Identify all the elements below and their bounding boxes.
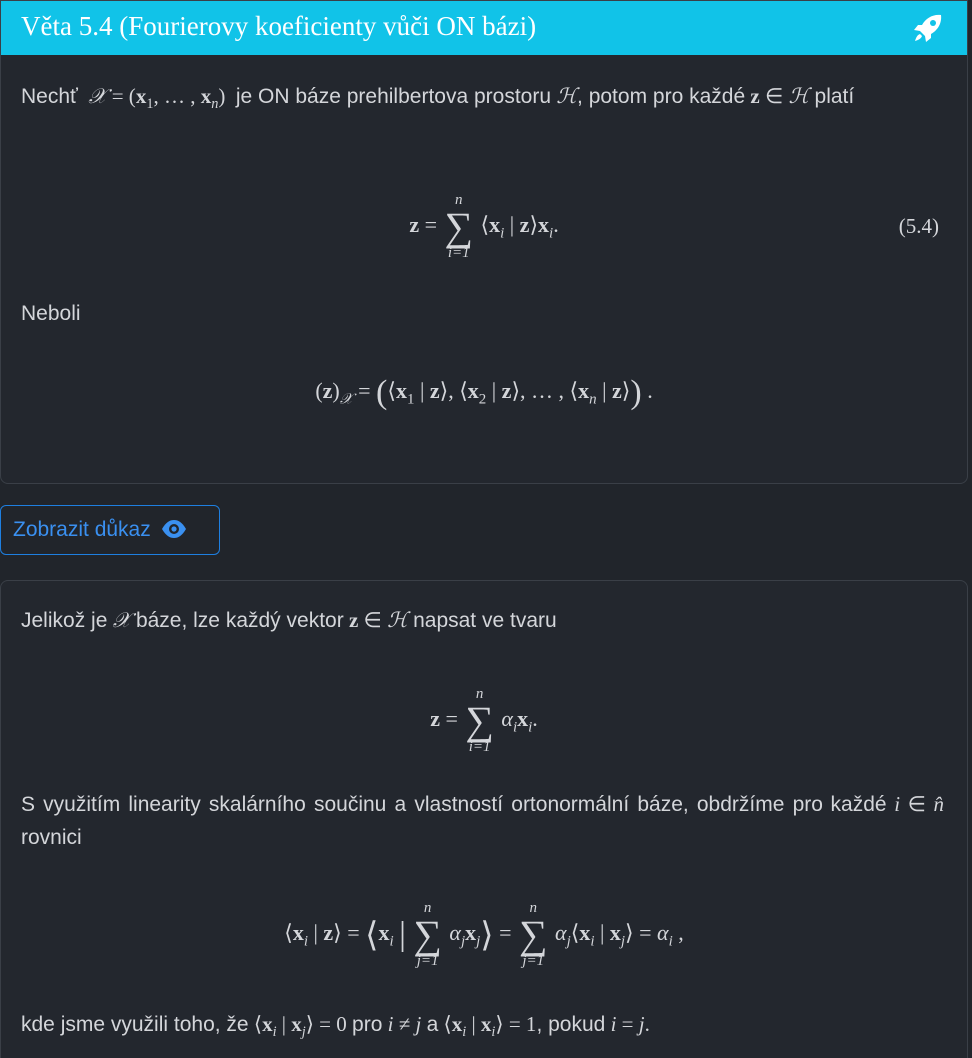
- proof-text-5: každé: [830, 793, 887, 816]
- equation-coordinates: (z)𝒳 = (⟨x1 | z⟩, ⟨x2 | z⟩, … , ⟨xn | z⟩…: [315, 374, 653, 411]
- sum-symbol: n ∑ j=1: [518, 900, 548, 969]
- proof-text-6: rovnici: [21, 826, 82, 849]
- show-proof-button[interactable]: Zobrazit důkaz: [0, 505, 220, 555]
- sum-symbol: n ∑ j=1: [413, 900, 442, 969]
- math-norm-one: ⟨xi | xi⟩ = 1: [443, 1012, 537, 1041]
- eye-icon: [161, 520, 186, 538]
- theorem-title: Věta 5.4 (Fourierovy koeficienty vůči ON…: [21, 11, 537, 41]
- proof-paragraph-3: kde jsme využili toho, že ⟨xi | xj⟩ = 0 …: [21, 1008, 944, 1049]
- math-i-in-n: i ∈ n̂: [894, 792, 945, 816]
- proof-text-1: Jelikož je: [21, 609, 108, 632]
- rocket-icon: [914, 14, 942, 42]
- proof-paragraph-1: Jelikož je 𝒳 báze, lze každý vektor z ∈ …: [21, 604, 944, 637]
- statement-text-3: , potom pro každé: [577, 85, 746, 108]
- proof-text-8: pro: [352, 1013, 383, 1036]
- proof-text-7: kde jsme využili toho, že: [21, 1013, 249, 1036]
- equation-number: (5.4): [898, 214, 939, 238]
- math-i-eq-j: i = j.: [610, 1012, 650, 1036]
- sum-symbol: n ∑ i=1: [444, 192, 474, 261]
- show-proof-label: Zobrazit důkaz: [13, 518, 151, 541]
- equation-coefficients: ⟨xi | z⟩ = ⟨xi | n ∑ j=1 αjxj⟩ = n ∑ j=1 αj⟨…: [284, 900, 684, 969]
- math-i-neq-j: i ≠ j: [387, 1012, 422, 1036]
- math-orth-zero: ⟨xi | xj⟩ = 0: [253, 1012, 347, 1041]
- theorem-card: Věta 5.4 (Fourierovy koeficienty vůči ON…: [0, 0, 968, 484]
- equation-linear-combination: z = n ∑ i=1 αixi.: [430, 686, 538, 755]
- proof-paragraph-2: S využitím linearity skalárního součinu …: [21, 788, 944, 854]
- proof-text-9: a: [426, 1013, 439, 1036]
- proof-card: Jelikož je 𝒳 báze, lze každý vektor z ∈ …: [0, 580, 968, 1058]
- math-space: ℋ: [556, 84, 578, 108]
- proof-text-10: , pokud: [536, 1013, 606, 1036]
- proof-text-2: báze, lze každý vektor: [135, 609, 344, 632]
- sum-symbol: n ∑ i=1: [465, 686, 494, 755]
- math-basis: 𝒳: [112, 608, 131, 632]
- statement-text-4: platí: [814, 85, 855, 108]
- math-z-in-h-2: z ∈ ℋ: [348, 608, 408, 632]
- math-z-in-h: z ∈ ℋ: [750, 84, 810, 108]
- neboli-text: Neboli: [21, 302, 81, 325]
- theorem-header: Věta 5.4 (Fourierovy koeficienty vůči ON…: [1, 1, 967, 55]
- proof-text-4: S využitím linearity skalárního součinu …: [21, 793, 823, 816]
- theorem-statement: Nechť 𝒳 = (x1, … , xn) je ON báze prehil…: [21, 80, 944, 121]
- statement-text-2: je ON báze prehilbertova prostoru: [235, 85, 552, 108]
- equation-5-4: z = n ∑ i=1 ⟨xi | z⟩xi.: [409, 192, 559, 261]
- proof-text-3: napsat ve tvaru: [413, 609, 557, 632]
- statement-text-1: Nechť: [21, 85, 78, 108]
- math-basis-def: 𝒳 = (x1, … , xn): [88, 84, 231, 113]
